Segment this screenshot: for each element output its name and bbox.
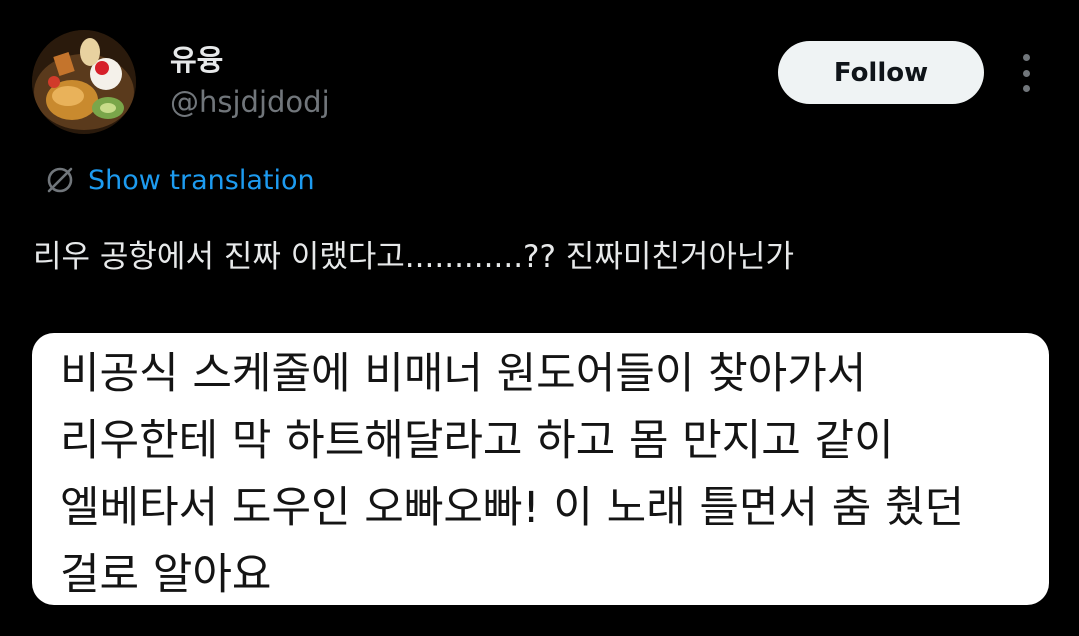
- globe-icon: [47, 167, 73, 193]
- show-translation-label: Show translation: [88, 164, 315, 196]
- media-text-line: 비공식 스케줄에 비매너 원도어들이 찾아가서: [60, 349, 867, 399]
- more-dot: [1022, 85, 1030, 92]
- tweet-media-image[interactable]: 비공식 스케줄에 비매너 원도어들이 찾아가서 리우한테 막 하트해달라고 하고…: [32, 333, 1049, 605]
- avatar[interactable]: [32, 30, 136, 134]
- media-text-line: 엘베타서 도우인 오빠오빠! 이 노래 틀면서 춤 췄던: [60, 483, 965, 533]
- more-dot: [1022, 54, 1030, 61]
- show-translation-button[interactable]: Show translation: [44, 160, 315, 200]
- tweet-text: 리우 공항에서 진짜 이랬다고............?? 진짜미친거아닌가: [33, 239, 794, 275]
- more-vertical-icon[interactable]: [1010, 54, 1042, 92]
- media-text-block: 비공식 스케줄에 비매너 원도어들이 찾아가서 리우한테 막 하트해달라고 하고…: [60, 341, 964, 605]
- user-handle[interactable]: @hsjdjdodj: [170, 82, 330, 122]
- more-dot: [1022, 69, 1030, 77]
- media-text-line: 리우한테 막 하트해달라고 하고 몸 만지고 같이: [60, 416, 894, 466]
- display-name[interactable]: 유융: [170, 40, 223, 80]
- media-text-line: 걸로 알아요: [60, 550, 272, 600]
- follow-button[interactable]: Follow: [778, 41, 984, 104]
